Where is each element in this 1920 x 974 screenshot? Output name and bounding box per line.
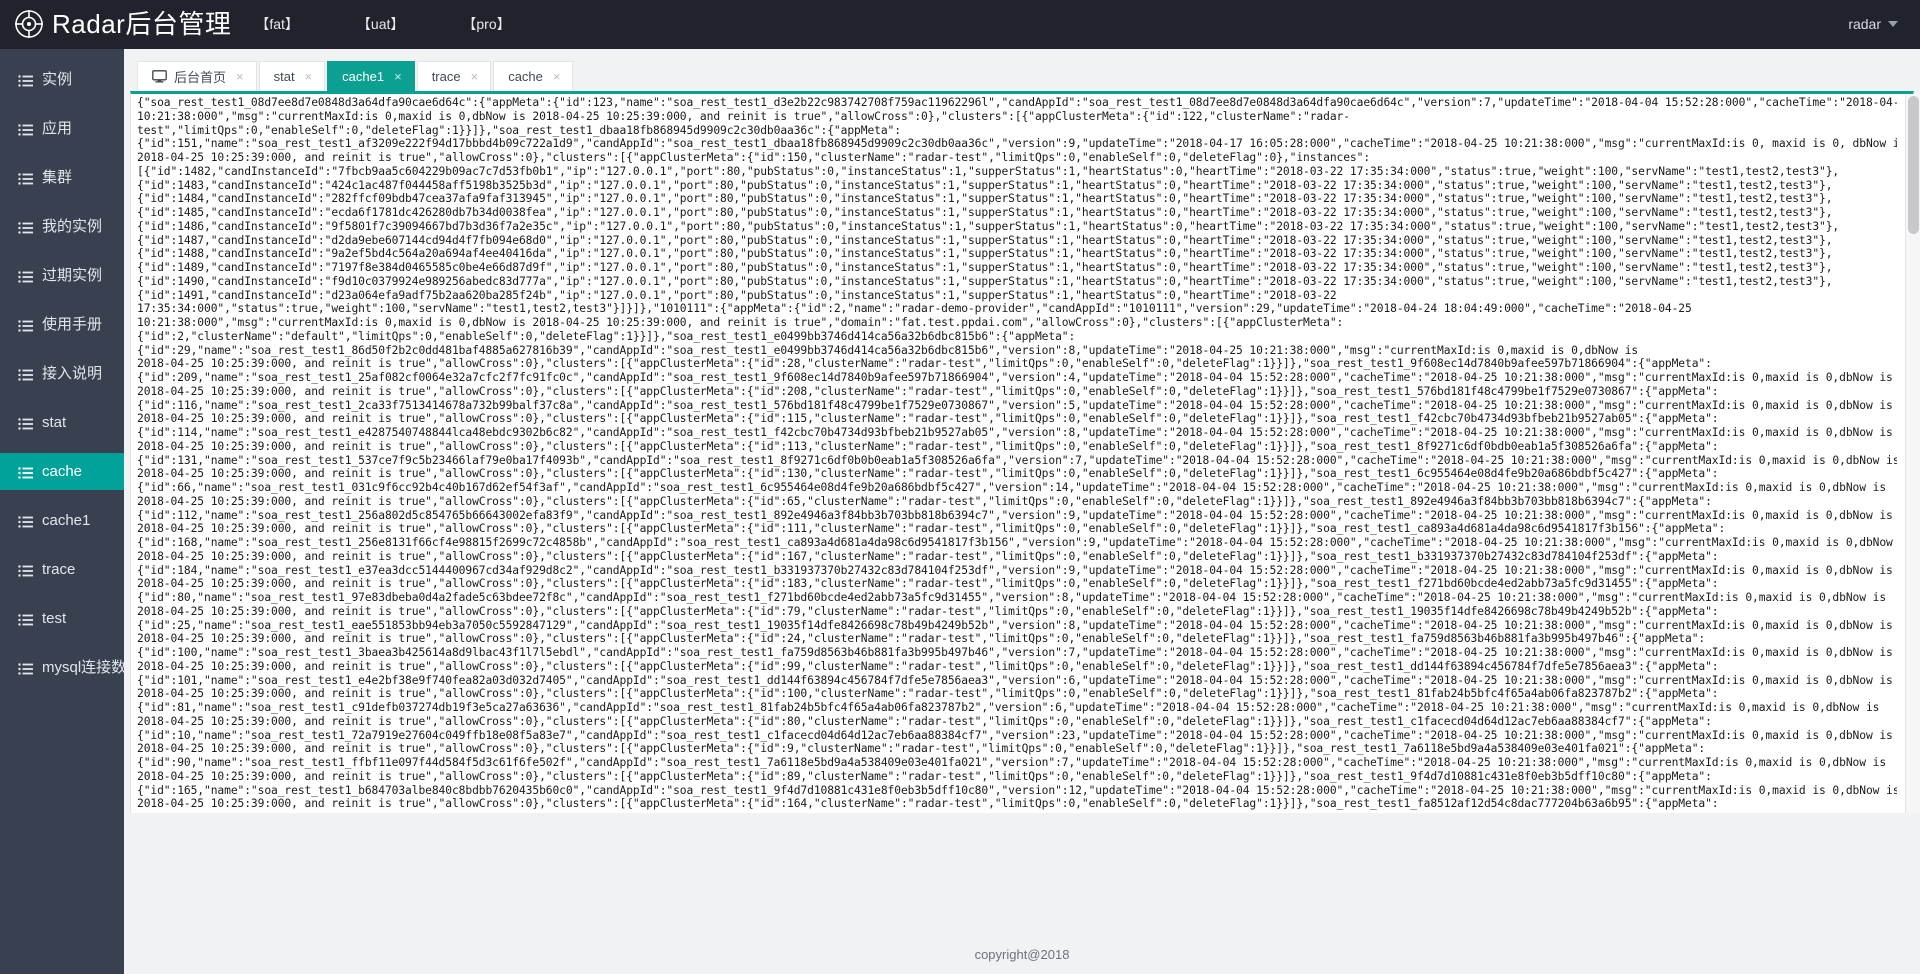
sidebar-item-cache1[interactable]: cache1 [0, 502, 124, 539]
sidebar-item-expired-instance[interactable]: 过期实例 [0, 257, 124, 294]
sidebar-item-label: 使用手册 [42, 316, 103, 333]
sidebar-item-label: 应用 [42, 120, 73, 137]
radar-target-icon [14, 9, 44, 39]
user-menu[interactable]: radar [1848, 16, 1920, 32]
list-icon [18, 221, 33, 234]
sidebar-item-cluster[interactable]: 集群 [0, 159, 124, 196]
sidebar-item-label: 过期实例 [42, 267, 103, 284]
tab-label: cache [508, 69, 543, 84]
list-icon [18, 172, 33, 185]
list-icon [18, 564, 33, 577]
app-root: Radar后台管理 【fat】 【uat】 【pro】 radar 实例 应用 [0, 0, 1920, 974]
sidebar-item-label: mysql连接数 [42, 659, 124, 676]
sidebar-item-label: 接入说明 [42, 365, 103, 382]
sidebar-item-label: test [42, 610, 67, 627]
footer: copyright@2018 [124, 934, 1920, 974]
top-header: Radar后台管理 【fat】 【uat】 【pro】 radar [0, 0, 1920, 49]
env-link-fat[interactable]: 【fat】 [245, 14, 309, 34]
sidebar-item-stat[interactable]: stat [0, 404, 124, 441]
tab-home[interactable]: 后台首页 × [137, 61, 257, 91]
list-icon [18, 515, 33, 528]
sidebar-item-label: 集群 [42, 169, 73, 186]
env-link-pro[interactable]: 【pro】 [452, 14, 520, 34]
tab-stat[interactable]: stat × [258, 61, 326, 91]
sidebar-item-trace[interactable]: trace [0, 551, 124, 588]
brand[interactable]: Radar后台管理 [0, 9, 231, 39]
tab-label: cache1 [342, 69, 385, 84]
user-name: radar [1848, 16, 1881, 32]
list-icon [18, 466, 33, 479]
sidebar-item-access-guide[interactable]: 接入说明 [0, 355, 124, 392]
list-icon [18, 74, 33, 87]
sidebar: 实例 应用 集群 我的实例 过期实例 使用手册 接入说明 stat cache … [0, 49, 124, 974]
sidebar-item-label: cache1 [42, 512, 91, 529]
copyright-text: copyright@2018 [974, 946, 1070, 962]
sidebar-item-label: trace [42, 561, 76, 578]
env-link-uat[interactable]: 【uat】 [347, 14, 414, 34]
sidebar-item-label: 我的实例 [42, 218, 103, 235]
tab-trace[interactable]: trace × [416, 61, 492, 91]
list-icon [18, 662, 33, 675]
close-icon[interactable]: × [471, 70, 479, 83]
sidebar-item-label: cache [42, 463, 83, 480]
close-icon[interactable]: × [305, 70, 313, 83]
sidebar-item-cache[interactable]: cache [0, 453, 124, 490]
page-title: Radar后台管理 [52, 9, 232, 39]
content-panel: {"soa_rest_test1_08d7ee8d7e0848d3a64dfa9… [130, 91, 1914, 813]
monitor-icon [152, 70, 167, 83]
chevron-down-icon [1888, 21, 1898, 27]
close-icon[interactable]: × [553, 70, 561, 83]
list-icon [18, 417, 33, 430]
tab-bar: 后台首页 × stat × cache1 × trace × cache × [124, 49, 1920, 91]
list-icon [18, 319, 33, 332]
sidebar-item-mysql-connections[interactable]: mysql连接数 [0, 649, 124, 686]
sidebar-item-application[interactable]: 应用 [0, 110, 124, 147]
footer-band [124, 814, 1920, 934]
sidebar-item-label: 实例 [42, 71, 73, 88]
json-dump-text: {"soa_rest_test1_08d7ee8d7e0848d3a64dfa9… [137, 96, 1897, 812]
content-vertical-scrollbar[interactable] [1905, 94, 1920, 813]
tab-label: stat [273, 69, 295, 84]
sidebar-top-spacer [0, 49, 124, 61]
scrollbar-thumb[interactable] [1908, 96, 1919, 234]
tab-cache[interactable]: cache × [493, 61, 574, 91]
sidebar-item-test[interactable]: test [0, 600, 124, 637]
tab-cache1[interactable]: cache1 × [327, 61, 415, 91]
list-icon [18, 123, 33, 136]
tab-label: trace [431, 69, 461, 84]
main-region: 后台首页 × stat × cache1 × trace × cache × {… [124, 49, 1920, 974]
list-icon [18, 270, 33, 283]
close-icon[interactable]: × [394, 70, 402, 83]
sidebar-item-instance[interactable]: 实例 [0, 61, 124, 98]
env-link-list: 【fat】 【uat】 【pro】 [245, 14, 558, 34]
sidebar-item-label: stat [42, 414, 67, 431]
list-icon [18, 613, 33, 626]
list-icon [18, 368, 33, 381]
sidebar-item-manual[interactable]: 使用手册 [0, 306, 124, 343]
close-icon[interactable]: × [236, 70, 244, 83]
sidebar-item-my-instance[interactable]: 我的实例 [0, 208, 124, 245]
tab-label: 后台首页 [174, 70, 227, 85]
